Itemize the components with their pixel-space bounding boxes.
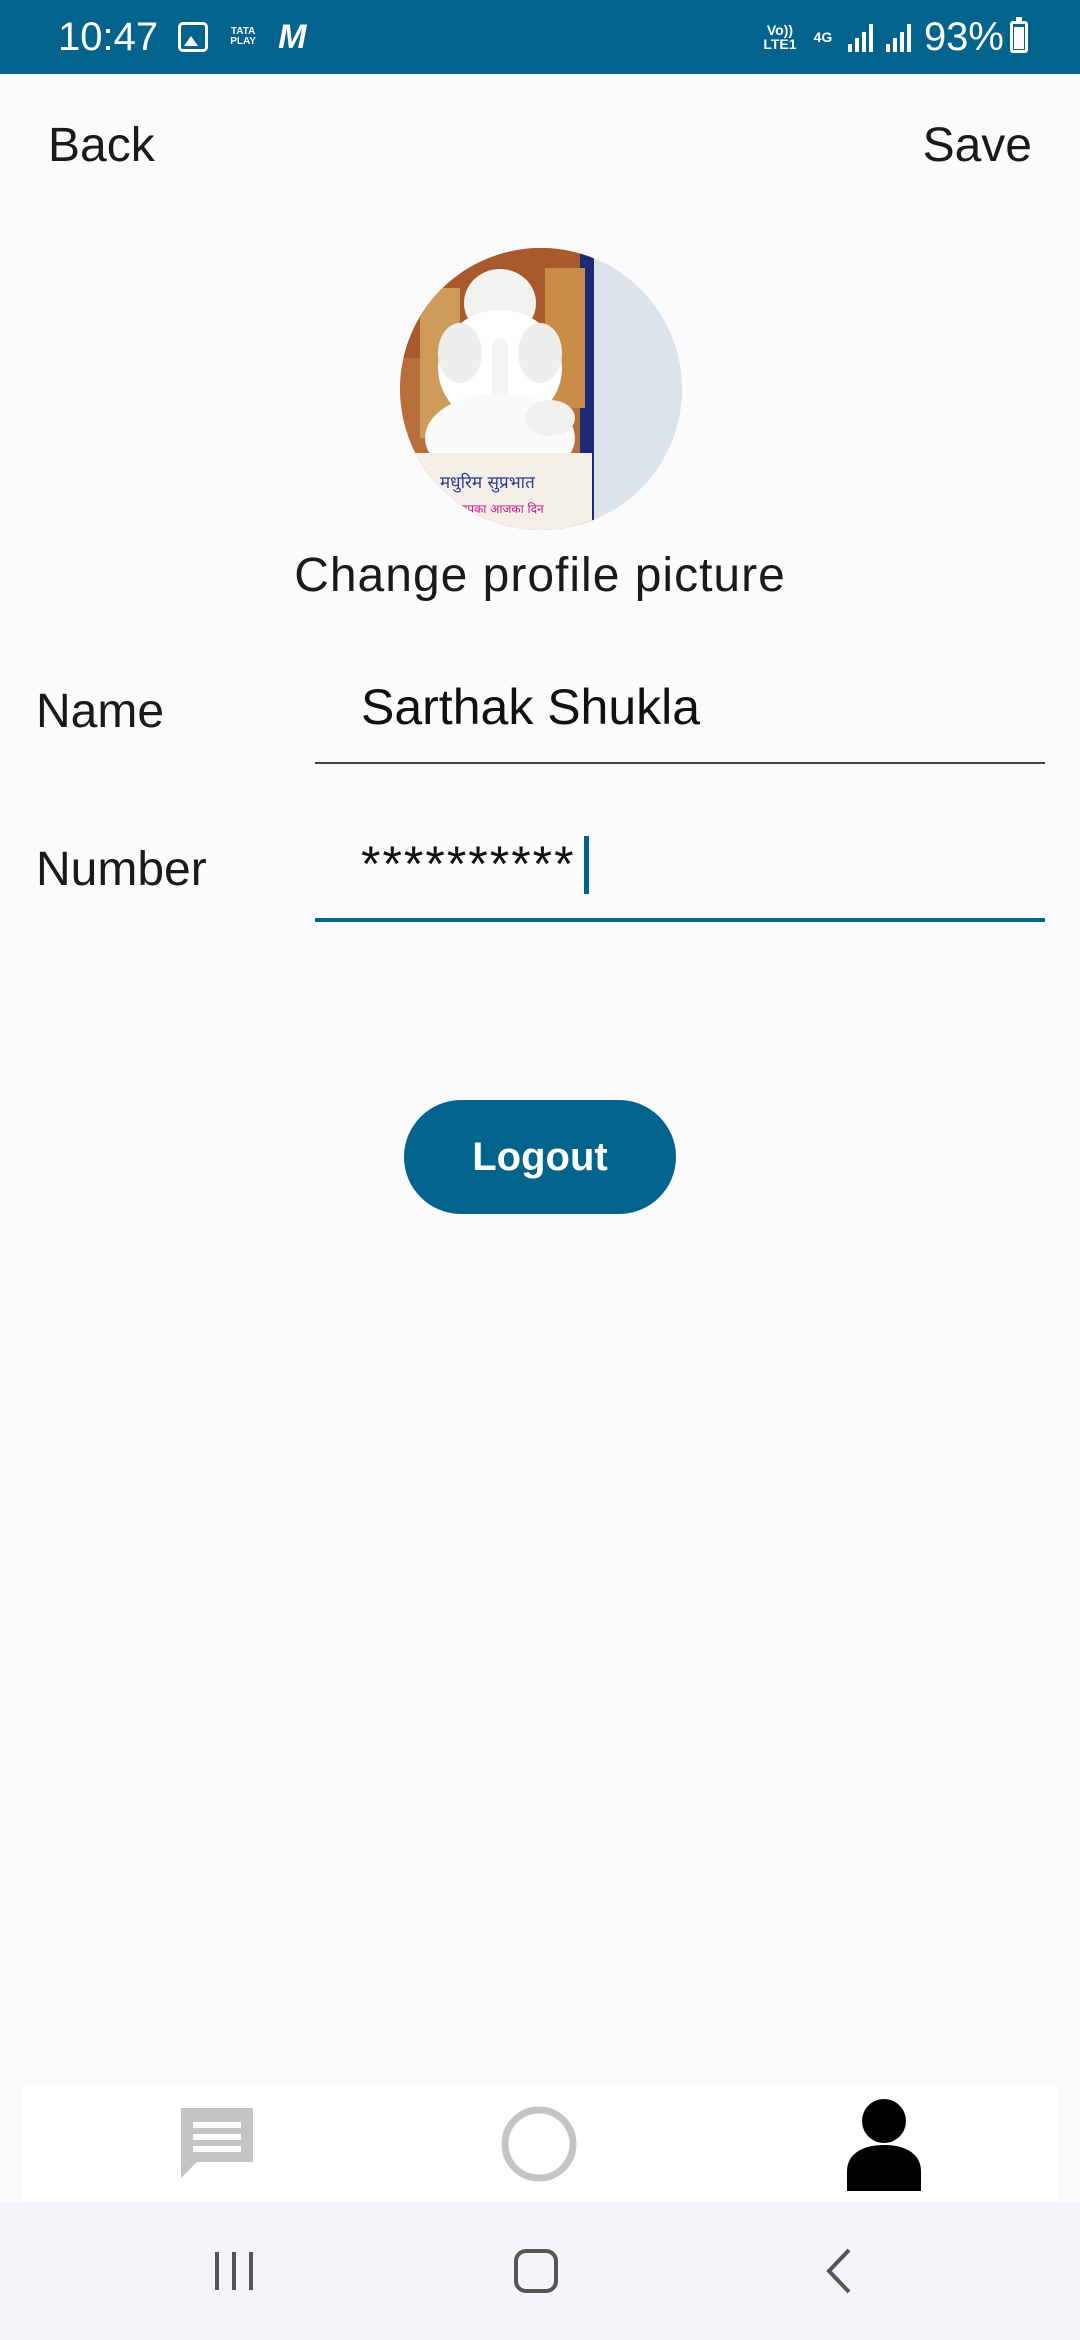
- avatar[interactable]: मधुरिम सुप्रभात आपका आजका दिन: [400, 248, 682, 530]
- home-icon: [514, 2249, 558, 2293]
- battery-percent: 93%: [923, 14, 1004, 59]
- logout-button[interactable]: Logout: [404, 1100, 676, 1214]
- number-label: Number: [36, 843, 207, 896]
- change-profile-picture-link[interactable]: Change profile picture: [0, 548, 1080, 603]
- gallery-icon: [178, 22, 209, 52]
- battery-icon: [1010, 17, 1028, 53]
- status-bar: 10:47 TATA PLAY M Vo)) LTE1 4G 93%: [0, 0, 1080, 74]
- back-button[interactable]: Back: [48, 118, 155, 173]
- recent-apps-button[interactable]: [154, 2202, 314, 2340]
- avatar-text-top: मधुरिम सुप्रभात: [440, 472, 535, 493]
- tab-chats[interactable]: [117, 2086, 317, 2202]
- avatar-text-bottom: आपका आजका दिन: [455, 502, 544, 516]
- person-icon: [847, 2099, 921, 2191]
- number-input[interactable]: [315, 810, 1045, 922]
- chat-icon: [181, 2108, 253, 2178]
- tab-profile[interactable]: [784, 2086, 984, 2202]
- status-left: 10:47 TATA PLAY M: [58, 0, 306, 74]
- m-app-icon: M: [278, 17, 307, 56]
- recent-apps-icon: [215, 2252, 253, 2290]
- bottom-nav: [22, 2086, 1058, 2202]
- back-icon: [826, 2248, 851, 2294]
- tataplay-icon: TATA PLAY: [230, 26, 256, 47]
- signal-icon-2: [885, 22, 914, 52]
- circle-icon: [501, 2106, 577, 2182]
- tab-status[interactable]: [439, 2086, 639, 2202]
- status-right: Vo)) LTE1 4G 93%: [760, 0, 1028, 74]
- system-back-button[interactable]: [760, 2202, 920, 2340]
- save-button[interactable]: Save: [923, 118, 1032, 173]
- avatar-image: मधुरिम सुप्रभात आपका आजका दिन: [400, 248, 682, 530]
- text-cursor: [584, 836, 589, 894]
- signal-icon: [847, 22, 876, 52]
- name-label: Name: [36, 685, 165, 738]
- system-nav: [0, 2202, 1080, 2340]
- name-input[interactable]: [315, 652, 1045, 764]
- volte-icon: Vo)) LTE1: [763, 22, 797, 52]
- home-button[interactable]: [456, 2202, 616, 2340]
- status-time: 10:47: [58, 14, 159, 59]
- network-4g-icon: 4G: [813, 29, 833, 45]
